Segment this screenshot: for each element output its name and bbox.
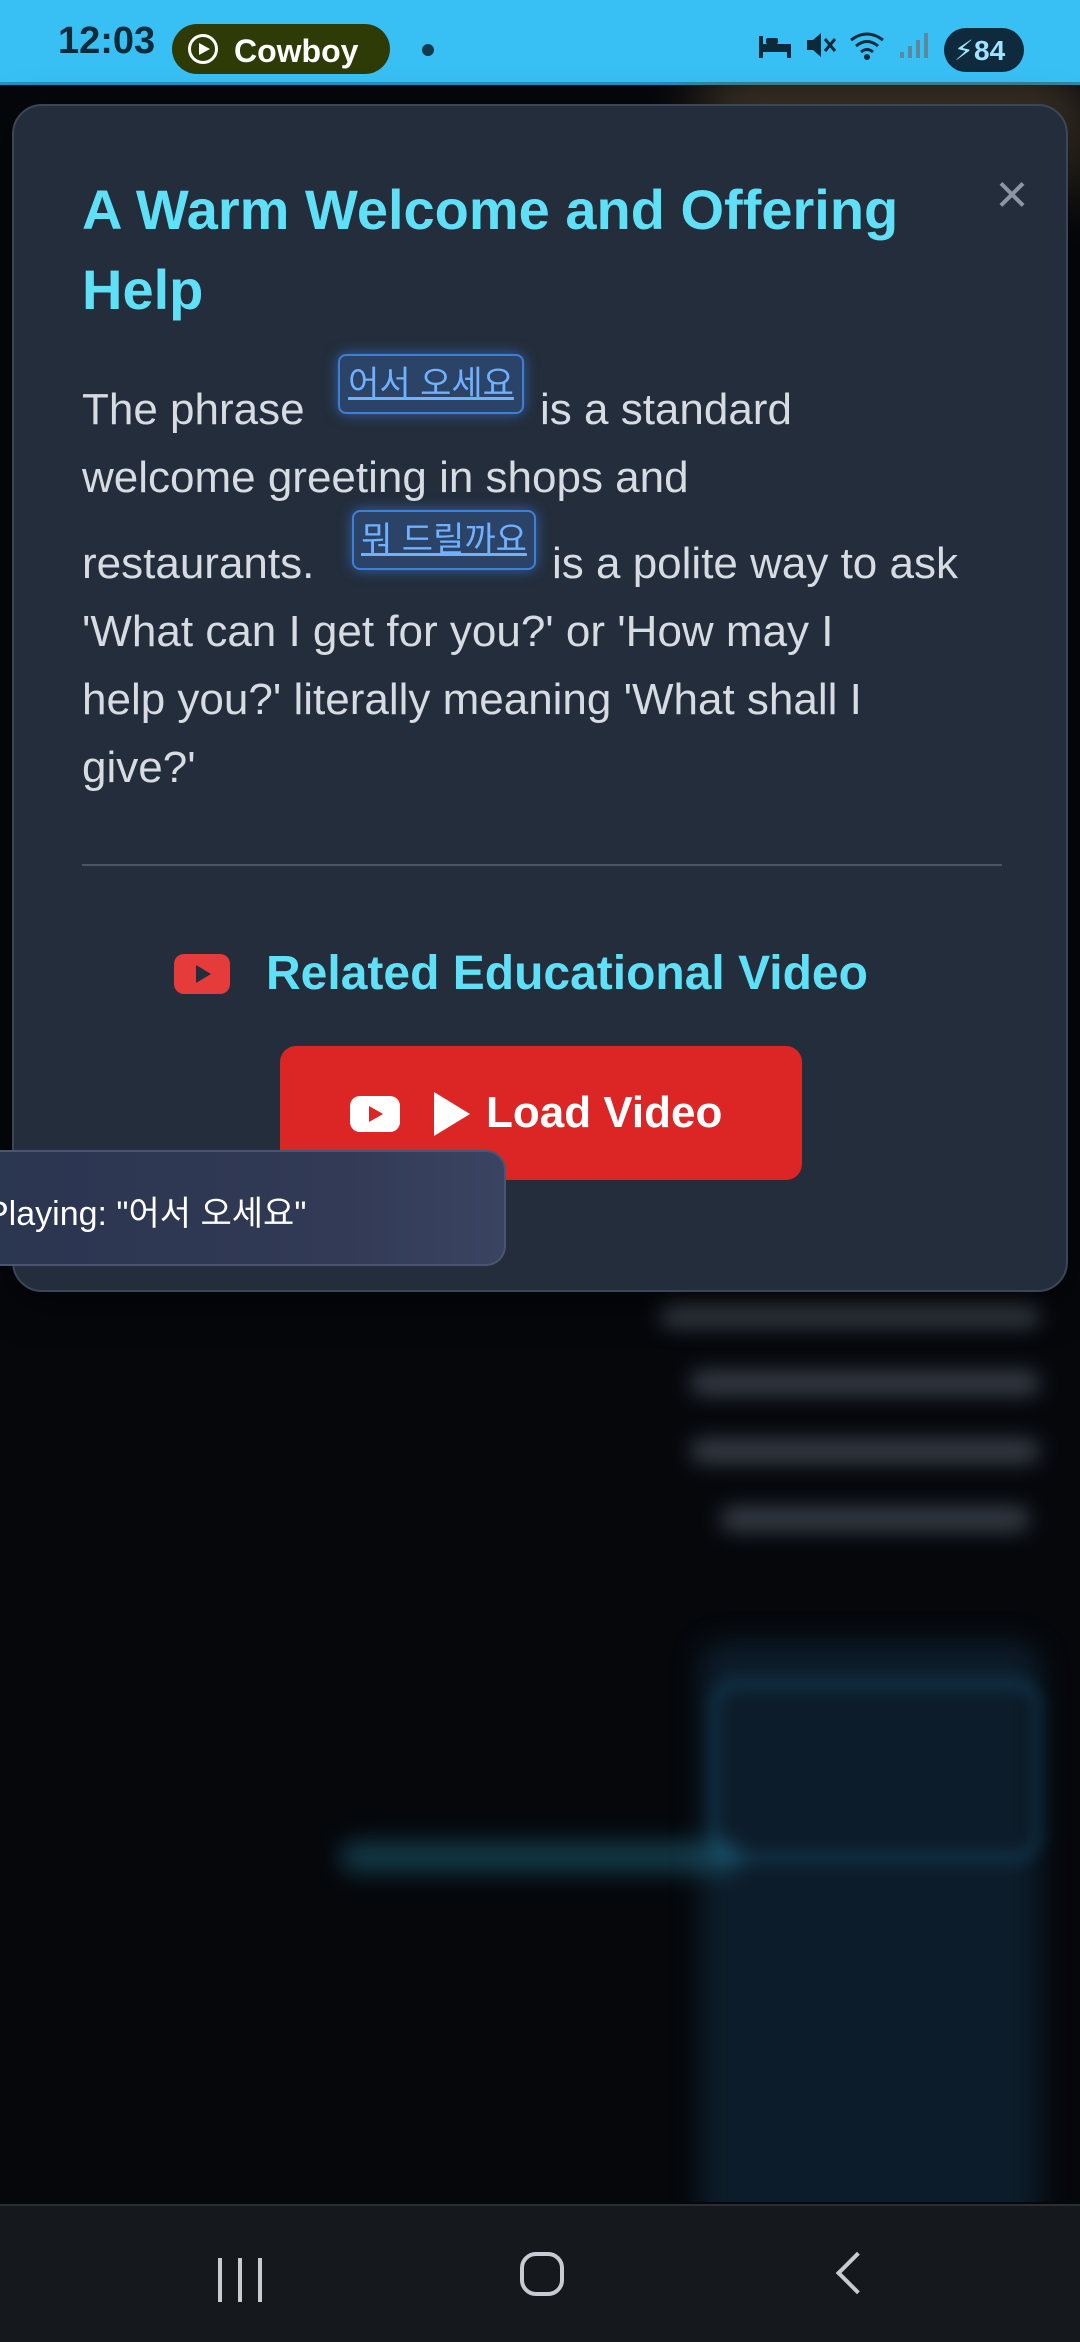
modal-title: A Warm Welcome and Offering Help [82, 178, 899, 321]
toast-text: Playing: "어서 오세요" [0, 1195, 307, 1233]
explanation-modal: × A Warm Welcome and Offering Help The p… [12, 104, 1068, 1292]
back-button[interactable] [835, 2251, 879, 2295]
system-nav-bar [0, 2204, 1080, 2342]
now-playing-label: Cowboy [234, 33, 359, 69]
play-circle-icon [188, 34, 218, 64]
load-video-label: Load Video [486, 1088, 723, 1137]
status-time: 12:03 [58, 20, 156, 62]
youtube-icon [350, 1096, 400, 1132]
recent-apps-button[interactable] [218, 2258, 266, 2302]
status-bar: 12:03 Cowboy ⚡ 84 [0, 0, 1080, 85]
korean-phrase-chip-welcome[interactable]: 어서 오세요 [338, 354, 524, 414]
body-line-5: help you?' literally meaning 'What shall… [82, 675, 862, 724]
body-line-1-post: is a standard [540, 385, 792, 434]
battery-icon: ⚡ 84 [944, 28, 1024, 72]
home-button[interactable] [520, 2252, 564, 2296]
battery-level: 84 [974, 35, 1006, 66]
korean-phrase-chip-order[interactable]: 뭐 드릴까요 [352, 510, 536, 570]
related-video-header: Related Educational Video [14, 940, 1070, 1010]
body-line-2: welcome greeting in shops and [82, 453, 689, 502]
signal-icon [898, 30, 932, 65]
mute-icon [804, 30, 838, 65]
body-line-4: 'What can I get for you?' or 'How may I [82, 607, 834, 656]
youtube-icon [174, 954, 230, 994]
close-button[interactable]: × [982, 164, 1042, 224]
body-line-1-pre: The phrase [82, 385, 305, 434]
body-line-6: give?' [82, 743, 196, 792]
alarm-icon [758, 30, 792, 65]
wifi-icon [848, 30, 886, 65]
related-video-title: Related Educational Video [266, 947, 868, 1000]
play-icon [434, 1092, 470, 1136]
body-line-3-post: is a polite way to ask [552, 539, 958, 588]
divider [82, 864, 1002, 866]
now-playing-toast: Playing: "어서 오세요" [0, 1150, 506, 1266]
notification-dot [422, 44, 434, 56]
now-playing-pill[interactable]: Cowboy [172, 24, 390, 74]
body-line-3-pre: restaurants. [82, 539, 315, 588]
